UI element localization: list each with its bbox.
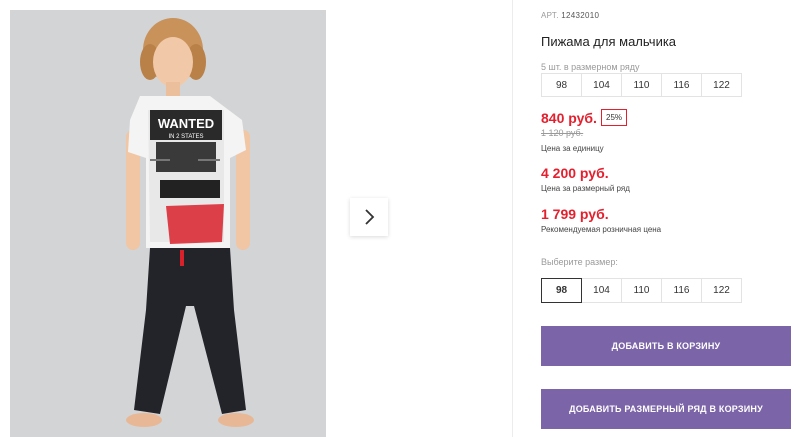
article-label: АРТ. — [541, 11, 559, 20]
size-range-item: 116 — [661, 73, 702, 97]
product-title: Пижама для мальчика — [541, 34, 677, 49]
size-range-item: 110 — [621, 73, 662, 97]
size-range-label: 5 шт. в размерном ряду — [541, 62, 640, 72]
shirt-wanted-text: WANTED — [158, 116, 214, 131]
article-value: 12432010 — [561, 11, 600, 20]
size-option-98[interactable]: 98 — [541, 278, 582, 303]
size-picker-label: Выберите размер: — [541, 257, 618, 267]
discount-badge: 25% — [601, 109, 628, 126]
size-option-122[interactable]: 122 — [701, 278, 742, 303]
old-price: 1 120 руб. — [541, 128, 584, 138]
size-range-item: 98 — [541, 73, 582, 97]
range-price: 4 200 руб. — [541, 165, 609, 181]
product-photo[interactable]: WANTED IN 2 STATES — [10, 10, 326, 437]
gallery-next-button[interactable] — [350, 198, 388, 236]
unit-price: 840 руб. — [541, 110, 597, 126]
product-info: АРТ. 12432010 Пижама для мальчика 5 шт. … — [541, 0, 800, 437]
rrp-price-caption: Рекомендуемая розничная цена — [541, 225, 662, 234]
boy-pajama-image: WANTED IN 2 STATES — [10, 10, 326, 437]
size-picker: 98 104 110 116 122 — [541, 278, 742, 303]
size-range-item: 122 — [701, 73, 742, 97]
divider — [512, 0, 513, 437]
article-number: АРТ. 12432010 — [541, 11, 599, 20]
add-range-to-cart-button[interactable]: ДОБАВИТЬ РАЗМЕРНЫЙ РЯД В КОРЗИНУ — [541, 389, 791, 429]
shirt-sub-text: IN 2 STATES — [168, 134, 203, 140]
unit-price-caption: Цена за единицу — [541, 144, 604, 153]
rrp-price: 1 799 руб. — [541, 206, 609, 222]
range-price-caption: Цена за размерный ряд — [541, 184, 630, 193]
chevron-right-icon — [365, 209, 375, 225]
size-option-110[interactable]: 110 — [621, 278, 662, 303]
add-to-cart-button[interactable]: ДОБАВИТЬ В КОРЗИНУ — [541, 326, 791, 366]
size-option-116[interactable]: 116 — [661, 278, 702, 303]
size-range-item: 104 — [581, 73, 622, 97]
size-range-list: 98 104 110 116 122 — [541, 73, 742, 97]
size-option-104[interactable]: 104 — [581, 278, 622, 303]
